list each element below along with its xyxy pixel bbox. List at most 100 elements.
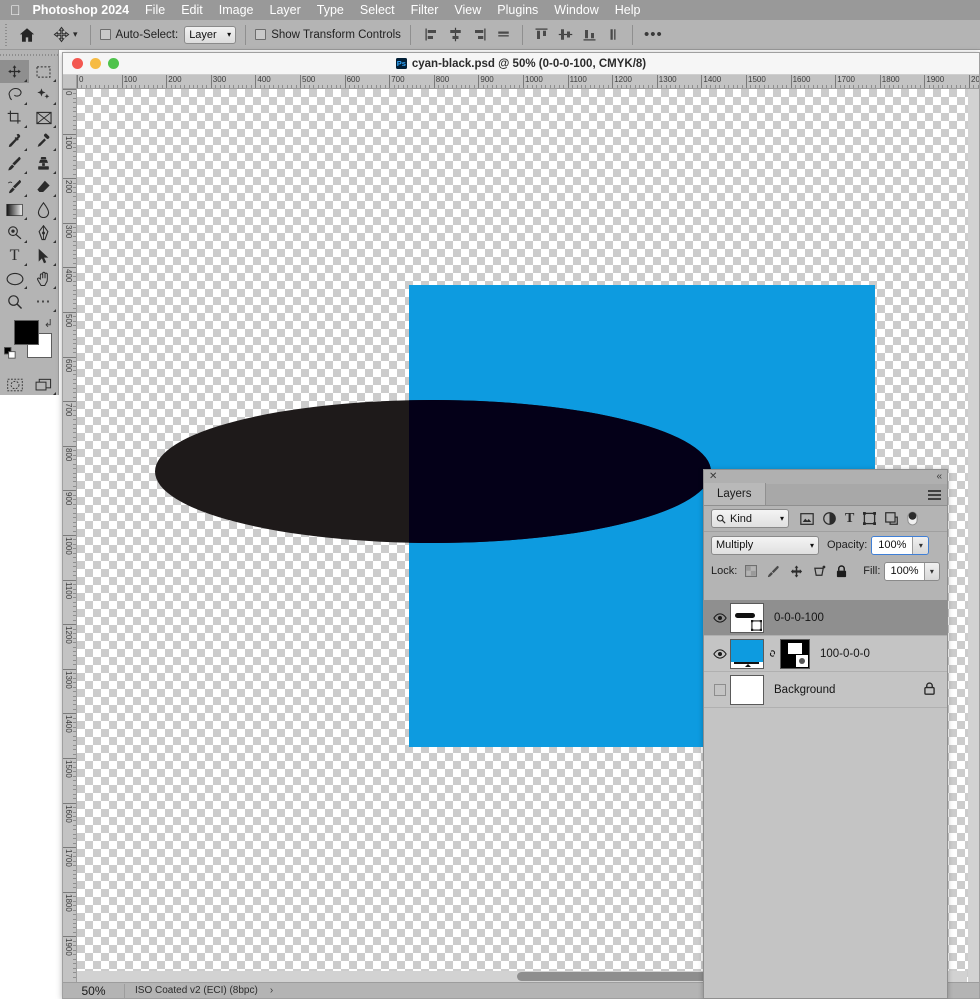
tool-spot-healing-brush[interactable] — [29, 129, 58, 152]
tool-object-selection[interactable] — [29, 83, 58, 106]
auto-select-scope-dropdown[interactable]: Layer ▾ — [184, 25, 237, 44]
document-titlebar[interactable]: Ps cyan-black.psd @ 50% (0-0-0-100, CMYK… — [63, 53, 979, 75]
layer-row-100-0-0-0[interactable]: 100-0-0-0 — [704, 636, 947, 672]
menu-item-layer[interactable]: Layer — [270, 3, 301, 17]
tool-ellipse[interactable] — [0, 267, 29, 290]
lock-transparent-pixels-icon[interactable] — [745, 565, 758, 577]
filter-adjustment-icon[interactable] — [823, 512, 836, 525]
filter-shape-icon[interactable] — [863, 512, 877, 525]
layer-name[interactable]: 0-0-0-100 — [774, 612, 824, 624]
tool-frame[interactable] — [29, 106, 58, 129]
filter-kind-dropdown[interactable]: Kind ▾ — [711, 509, 789, 528]
layer-mask-thumbnail[interactable] — [780, 638, 810, 669]
show-transform-controls-checkbox[interactable]: Show Transform Controls — [255, 29, 401, 41]
blend-mode-dropdown[interactable]: Multiply ▾ — [711, 535, 819, 555]
tool-eraser[interactable] — [29, 175, 58, 198]
foreground-color-swatch[interactable] — [14, 320, 39, 345]
distribute-vertically-icon[interactable] — [606, 27, 621, 42]
align-right-edges-icon[interactable] — [472, 27, 487, 42]
layer-row-background[interactable]: Background — [704, 672, 947, 708]
tools-panel-grip[interactable] — [0, 50, 58, 60]
menu-item-help[interactable]: Help — [615, 3, 641, 17]
tool-move[interactable] — [0, 60, 29, 83]
tool-clone-stamp[interactable] — [29, 152, 58, 175]
menu-item-select[interactable]: Select — [360, 3, 395, 17]
tool-history-brush[interactable] — [0, 175, 29, 198]
filter-type-icon[interactable]: T — [845, 511, 854, 526]
layer-visibility-toggle[interactable] — [710, 683, 730, 696]
tool-path-selection[interactable] — [29, 244, 58, 267]
align-left-edges-icon[interactable] — [424, 27, 439, 42]
tab-layers[interactable]: Layers — [704, 483, 766, 505]
filter-toggle-icon[interactable] — [907, 511, 918, 526]
more-options-icon[interactable]: ••• — [644, 27, 663, 42]
link-mask-icon[interactable] — [767, 647, 777, 660]
vertical-scrollbar[interactable] — [968, 89, 979, 984]
lock-image-pixels-icon[interactable] — [767, 565, 780, 578]
menu-item-plugins[interactable]: Plugins — [497, 3, 538, 17]
opacity-field[interactable]: 100% ▾ — [871, 535, 930, 555]
tool-edit-toolbar[interactable]: ⋯ — [29, 290, 58, 313]
layer-thumbnail[interactable] — [730, 602, 764, 633]
menu-app-name[interactable]: Photoshop 2024 — [33, 3, 130, 17]
menu-item-window[interactable]: Window — [554, 3, 598, 17]
options-bar-grip[interactable] — [2, 23, 10, 46]
current-tool-button[interactable]: ▾ — [50, 26, 81, 43]
fill-stepper-icon[interactable]: ▾ — [923, 562, 939, 580]
auto-select-checkbox[interactable]: Auto-Select: — [99, 29, 178, 41]
default-colors-icon[interactable] — [4, 347, 17, 365]
menu-item-file[interactable]: File — [145, 3, 165, 17]
menu-item-filter[interactable]: Filter — [411, 3, 439, 17]
tool-brush[interactable] — [0, 152, 29, 175]
horizontal-ruler[interactable]: 0 100 200 300 400 500 600 700 800 900 1000 1100 1200… — [63, 75, 979, 89]
menu-item-edit[interactable]: Edit — [181, 3, 203, 17]
layer-thumbnail[interactable] — [730, 674, 764, 705]
status-expand-icon[interactable]: › — [270, 985, 273, 996]
tool-hand[interactable] — [29, 267, 58, 290]
align-top-edges-icon[interactable] — [534, 27, 549, 42]
panel-menu-icon[interactable] — [928, 490, 941, 502]
filter-smart-object-icon[interactable] — [885, 512, 899, 525]
tool-dodge[interactable] — [0, 221, 29, 244]
filter-pixel-icon[interactable] — [800, 512, 814, 525]
tool-quick-mask[interactable] — [0, 373, 29, 396]
home-icon[interactable] — [14, 22, 40, 48]
menu-item-type[interactable]: Type — [317, 3, 344, 17]
align-horizontal-centers-icon[interactable] — [448, 27, 463, 42]
collapse-panel-icon[interactable]: « — [936, 471, 942, 482]
tool-screen-mode[interactable] — [29, 373, 58, 396]
ruler-corner[interactable] — [63, 75, 77, 89]
align-vertical-centers-icon[interactable] — [558, 27, 573, 42]
swap-colors-icon[interactable]: ↲ — [44, 317, 53, 330]
apple-menu-icon[interactable]:  — [10, 3, 21, 17]
zoom-level[interactable]: 50% — [63, 983, 125, 998]
tool-rectangular-marquee[interactable] — [29, 60, 58, 83]
lock-position-icon[interactable] — [790, 564, 803, 578]
lock-all-icon[interactable] — [836, 564, 847, 578]
layer-visibility-toggle[interactable] — [710, 648, 730, 659]
scrollbar-thumb[interactable] — [517, 972, 717, 981]
layer-visibility-toggle[interactable] — [710, 612, 730, 623]
menu-item-image[interactable]: Image — [219, 3, 254, 17]
menu-item-view[interactable]: View — [454, 3, 481, 17]
layers-panel-titlebar[interactable]: ✕ « — [704, 470, 947, 484]
layer-thumbnail[interactable] — [730, 638, 764, 669]
opacity-stepper-icon[interactable]: ▾ — [912, 536, 929, 554]
lock-artboard-nesting-icon[interactable] — [813, 565, 826, 578]
tool-lasso[interactable] — [0, 83, 29, 106]
layer-row-0-0-0-100[interactable]: 0-0-0-100 — [704, 600, 947, 636]
tool-crop[interactable] — [0, 106, 29, 129]
align-bottom-edges-icon[interactable] — [582, 27, 597, 42]
close-panel-icon[interactable]: ✕ — [709, 471, 717, 482]
layer-name[interactable]: 100-0-0-0 — [820, 648, 870, 660]
tool-preset-chevron-icon[interactable]: ▾ — [73, 29, 78, 40]
fill-field[interactable]: 100% ▾ — [884, 561, 940, 581]
tool-pen[interactable] — [29, 221, 58, 244]
tool-eyedropper[interactable] — [0, 129, 29, 152]
tool-gradient[interactable] — [0, 198, 29, 221]
tool-horizontal-type[interactable]: T — [0, 244, 29, 267]
tool-zoom[interactable] — [0, 290, 29, 313]
tool-blur[interactable] — [29, 198, 58, 221]
vertical-ruler[interactable]: 0 100 200 300 400 500 600 700 800 900 1000 1100 1200… — [63, 89, 77, 984]
distribute-horizontally-icon[interactable] — [496, 27, 511, 42]
